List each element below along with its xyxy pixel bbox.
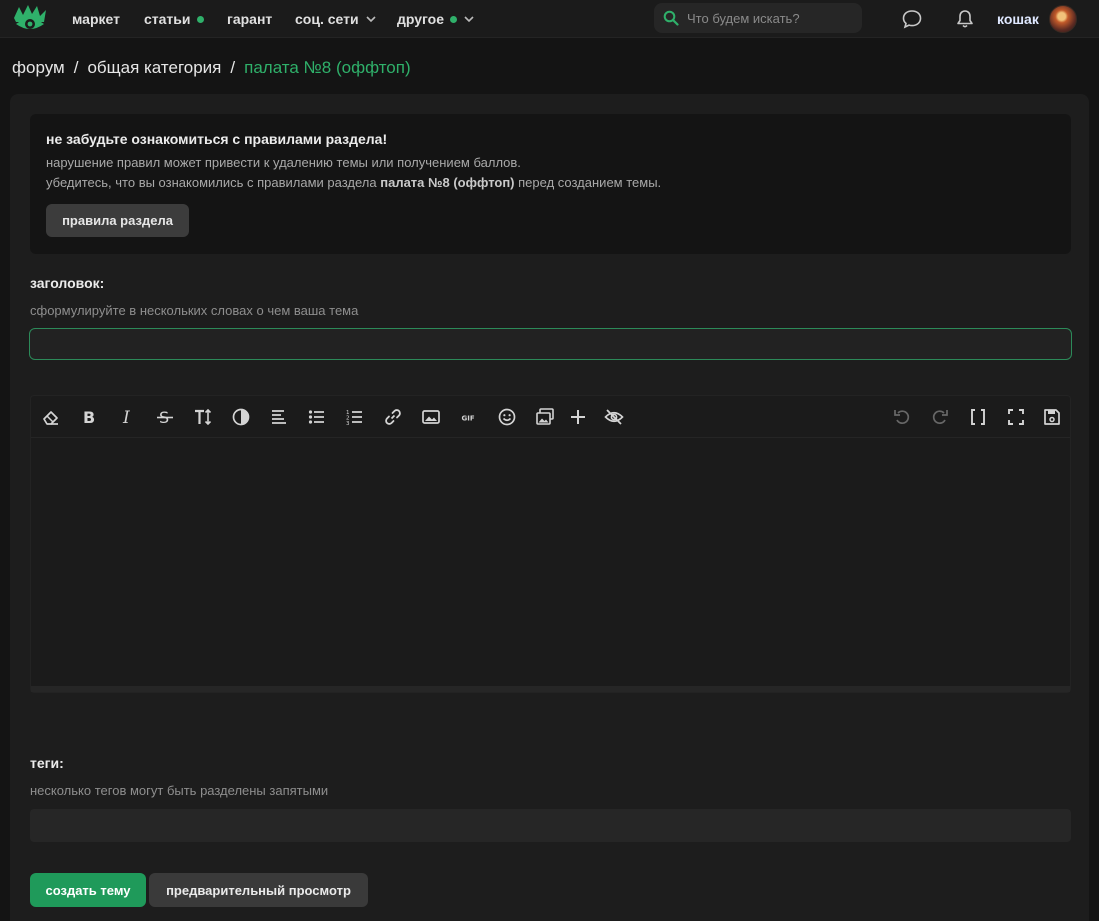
notice-text-suffix: перед созданием темы. <box>518 175 662 190</box>
tags-input[interactable] <box>30 809 1071 842</box>
gif-icon[interactable]: GIF <box>457 405 481 429</box>
editor-resize-bar[interactable] <box>31 686 1070 692</box>
search-box[interactable] <box>654 3 862 33</box>
breadcrumb-separator: / <box>230 58 236 77</box>
username[interactable]: кошак <box>997 11 1039 27</box>
breadcrumb: форум / общая категория / палата №8 (офф… <box>12 58 411 78</box>
svg-text:I: I <box>122 408 130 427</box>
hide-content-icon[interactable] <box>602 405 626 429</box>
bullet-list-icon[interactable] <box>305 405 329 429</box>
title-label: заголовок: <box>30 275 105 291</box>
notice-text: нарушение правил может привести к удален… <box>46 155 521 170</box>
notifications-bell-icon[interactable] <box>954 8 976 30</box>
message-editor: B I S 123 GIF <box>30 395 1071 693</box>
undo-icon[interactable] <box>890 405 914 429</box>
rules-notice: не забудьте ознакомиться с правилами раз… <box>30 114 1071 254</box>
fullscreen-icon[interactable] <box>1004 405 1028 429</box>
notice-text-prefix: убедитесь, что вы ознакомились с правила… <box>46 175 377 190</box>
source-code-icon[interactable] <box>966 405 990 429</box>
messages-icon[interactable] <box>901 8 923 30</box>
preview-button[interactable]: предварительный просмотр <box>149 873 368 907</box>
section-rules-button[interactable]: правила раздела <box>46 204 189 237</box>
text-size-icon[interactable] <box>191 405 215 429</box>
nav-social-label: соц. сети <box>295 11 359 27</box>
nav-other-label: другое <box>397 11 445 27</box>
image-icon[interactable] <box>419 405 443 429</box>
nav-guarantee-label: гарант <box>227 11 273 27</box>
bold-icon[interactable]: B <box>77 405 101 429</box>
nav-market-label: маркет <box>72 11 120 27</box>
italic-icon[interactable]: I <box>115 405 139 429</box>
svg-text:3: 3 <box>346 421 350 427</box>
save-draft-icon[interactable] <box>1040 405 1064 429</box>
nav-market[interactable]: маркет <box>72 11 120 27</box>
svg-text:B: B <box>83 408 95 427</box>
notice-title: не забудьте ознакомиться с правилами раз… <box>46 131 388 147</box>
editor-toolbar: B I S 123 GIF <box>31 396 1070 438</box>
site-logo-icon[interactable] <box>12 4 48 34</box>
new-indicator-dot <box>196 15 204 23</box>
top-navbar: маркет статьи гарант соц. сети другое ко… <box>0 0 1099 38</box>
search-input[interactable] <box>687 10 847 26</box>
redo-icon[interactable] <box>928 405 952 429</box>
emoji-icon[interactable] <box>495 405 519 429</box>
nav-guarantee[interactable]: гарант <box>227 11 272 27</box>
nav-social[interactable]: соц. сети <box>295 11 377 27</box>
notice-text-section: убедитесь, что вы ознакомились с правила… <box>46 175 661 190</box>
gallery-icon[interactable] <box>533 405 557 429</box>
color-icon[interactable] <box>229 405 253 429</box>
tags-label: теги: <box>30 755 64 771</box>
editor-content-area[interactable] <box>31 438 1070 688</box>
title-input[interactable] <box>29 328 1072 360</box>
title-hint: сформулируйте в нескольких словах о чем … <box>30 303 359 318</box>
nav-articles-label: статьи <box>144 11 191 27</box>
breadcrumb-current[interactable]: палата №8 (оффтоп) <box>244 58 410 78</box>
strikethrough-icon[interactable]: S <box>153 405 177 429</box>
nav-other[interactable]: другое <box>397 11 475 27</box>
notice-section-name: палата №8 (оффтоп) <box>380 175 515 190</box>
breadcrumb-general-category[interactable]: общая категория <box>87 58 221 78</box>
breadcrumb-separator: / <box>73 58 79 77</box>
svg-text:GIF: GIF <box>462 415 475 423</box>
breadcrumb-forum[interactable]: форум <box>12 58 65 78</box>
avatar[interactable] <box>1049 5 1077 33</box>
align-left-icon[interactable] <box>267 405 291 429</box>
numbered-list-icon[interactable]: 123 <box>343 405 367 429</box>
link-icon[interactable] <box>381 405 405 429</box>
eraser-icon[interactable] <box>39 405 63 429</box>
chevron-down-icon <box>464 16 474 23</box>
search-icon <box>663 10 679 26</box>
tags-hint: несколько тегов могут быть разделены зап… <box>30 783 329 798</box>
plus-icon[interactable] <box>566 405 590 429</box>
nav-articles[interactable]: статьи <box>144 11 204 27</box>
new-indicator-dot <box>450 15 458 23</box>
chevron-down-icon <box>366 16 376 23</box>
create-thread-button[interactable]: создать тему <box>30 873 146 907</box>
